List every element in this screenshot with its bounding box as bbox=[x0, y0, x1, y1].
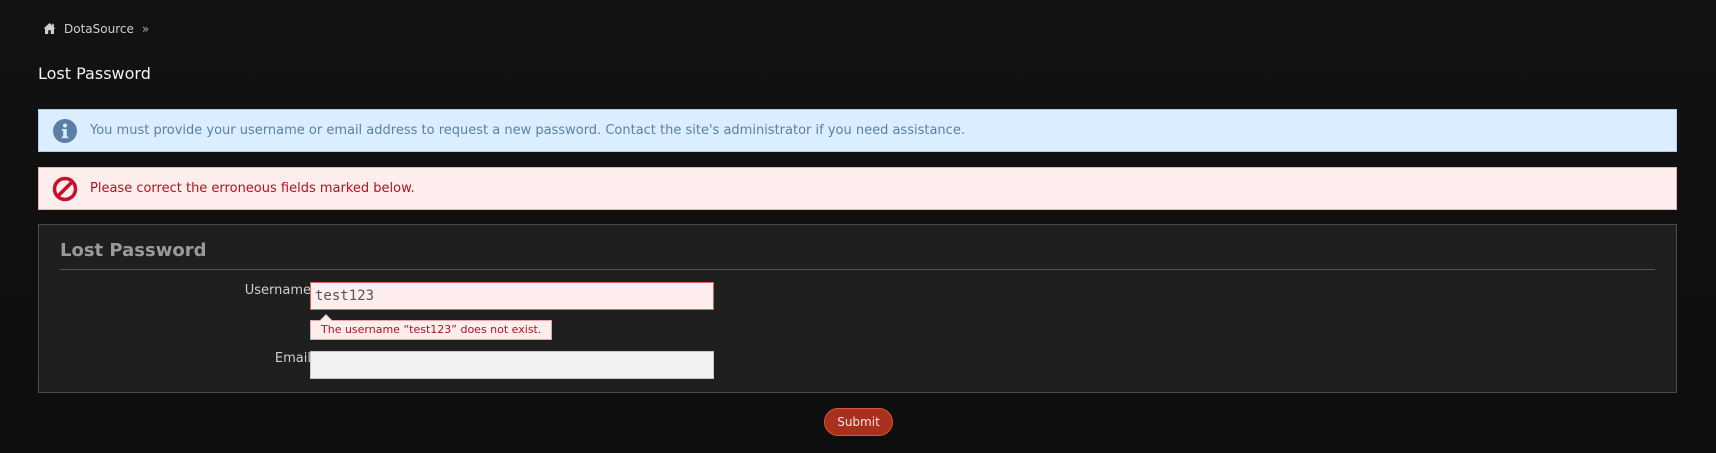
username-input[interactable] bbox=[310, 282, 714, 310]
email-input[interactable] bbox=[310, 351, 714, 379]
email-label: Email bbox=[274, 351, 311, 366]
no-entry-icon bbox=[52, 176, 78, 202]
info-notice-text: You must provide your username or email … bbox=[90, 123, 965, 138]
home-icon[interactable] bbox=[43, 22, 56, 35]
username-error-tooltip: The username “test123” does not exist. bbox=[310, 314, 553, 340]
info-notice: You must provide your username or email … bbox=[38, 109, 1677, 152]
breadcrumb-site-link[interactable]: DotaSource bbox=[64, 22, 134, 36]
error-notice: Please correct the erroneous fields mark… bbox=[38, 167, 1677, 210]
form-legend: Lost Password bbox=[60, 240, 1655, 270]
page: DotaSource » Lost Password You must prov… bbox=[0, 0, 1716, 453]
error-notice-text: Please correct the erroneous fields mark… bbox=[90, 181, 415, 196]
username-label: Username bbox=[244, 283, 311, 298]
info-icon bbox=[52, 118, 78, 144]
submit-button[interactable]: Submit bbox=[824, 408, 893, 436]
tooltip-arrow bbox=[319, 314, 333, 321]
breadcrumb: DotaSource » bbox=[43, 20, 149, 37]
lost-password-form: Lost Password Username The username “tes… bbox=[38, 224, 1677, 393]
username-error-text: The username “test123” does not exist. bbox=[321, 323, 542, 336]
page-title: Lost Password bbox=[38, 64, 151, 83]
breadcrumb-separator: » bbox=[141, 21, 150, 36]
